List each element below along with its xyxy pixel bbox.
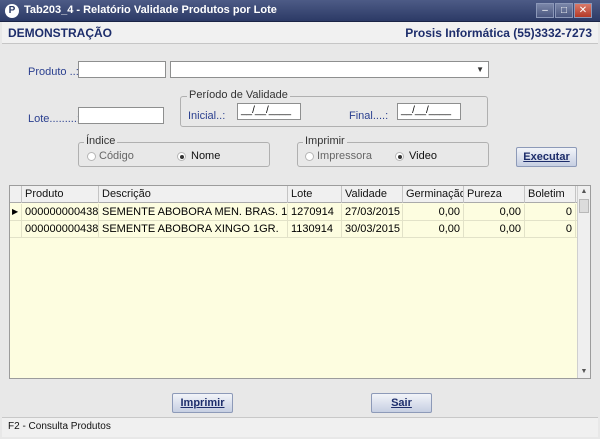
chevron-down-icon[interactable]: ▼: [476, 65, 484, 74]
column-header-validade[interactable]: Validade: [342, 186, 403, 203]
app-p-icon: P: [5, 4, 19, 18]
imprimir-button[interactable]: Imprimir: [172, 393, 233, 413]
title-bar: P Tab203_4 - Relatório Validade Produtos…: [0, 0, 600, 22]
column-header-lote[interactable]: Lote: [288, 186, 342, 203]
maximize-icon[interactable]: □: [555, 3, 573, 18]
cell-lote[interactable]: 1130914: [288, 221, 342, 238]
indice-codigo-label[interactable]: Código: [99, 150, 134, 162]
table-row[interactable]: ▶ 0000000004381 SEMENTE ABOBORA MEN. BRA…: [10, 204, 578, 221]
cell-pureza[interactable]: 0,00: [464, 221, 525, 238]
close-icon[interactable]: ✕: [574, 3, 592, 18]
cell-germinacao[interactable]: 0,00: [403, 221, 464, 238]
results-grid[interactable]: Produto Descrição Lote Validade Germinaç…: [9, 185, 591, 379]
row-selector-icon: ▶: [10, 204, 22, 221]
inicial-label: Inicial..:: [188, 110, 226, 122]
indice-codigo-radio[interactable]: [87, 152, 96, 161]
scroll-up-icon[interactable]: ▲: [578, 186, 590, 198]
produto-label: Produto ..:: [28, 66, 79, 78]
row-indicator-header: [10, 186, 22, 203]
column-header-germinacao[interactable]: Germinação: [403, 186, 464, 203]
sair-button[interactable]: Sair: [371, 393, 432, 413]
row-selector-blank: [10, 221, 22, 238]
cell-germinacao[interactable]: 0,00: [403, 204, 464, 221]
imprimir-impressora-radio[interactable]: [305, 152, 314, 161]
grid-header: Produto Descrição Lote Validade Germinaç…: [10, 186, 578, 203]
cell-pureza[interactable]: 0,00: [464, 204, 525, 221]
cell-produto[interactable]: 0000000004382: [22, 221, 99, 238]
cell-descricao[interactable]: SEMENTE ABOBORA XINGO 1GR.: [99, 221, 288, 238]
indice-legend: Índice: [84, 135, 118, 147]
lote-input[interactable]: [78, 107, 164, 124]
column-header-produto[interactable]: Produto: [22, 186, 99, 203]
column-header-descricao[interactable]: Descrição: [99, 186, 288, 203]
window-title: Tab203_4 - Relatório Validade Produtos p…: [24, 4, 277, 16]
periodo-validade-legend: Período de Validade: [187, 89, 290, 101]
table-row[interactable]: 0000000004382 SEMENTE ABOBORA XINGO 1GR.…: [10, 221, 578, 238]
header-band: DEMONSTRAÇÃO Prosis Informática (55)3332…: [2, 22, 598, 44]
vendor-info: Prosis Informática (55)3332-7273: [405, 26, 592, 40]
imprimir-impressora-label[interactable]: Impressora: [317, 150, 372, 162]
executar-button[interactable]: Executar: [516, 147, 577, 167]
imprimir-video-radio[interactable]: [395, 152, 404, 161]
minimize-icon[interactable]: –: [536, 3, 554, 18]
produto-code-input[interactable]: [78, 61, 166, 78]
final-date-input[interactable]: __/__/____: [397, 103, 461, 120]
cell-boletim[interactable]: 0: [525, 221, 576, 238]
status-text: F2 - Consulta Produtos: [8, 421, 111, 432]
cell-lote[interactable]: 1270914: [288, 204, 342, 221]
status-bar: F2 - Consulta Produtos: [2, 417, 598, 437]
inicial-date-input[interactable]: __/__/____: [237, 103, 301, 120]
column-header-boletim[interactable]: Boletim: [525, 186, 576, 203]
imprimir-legend: Imprimir: [303, 135, 347, 147]
cell-descricao[interactable]: SEMENTE ABOBORA MEN. BRAS. 1,6: [99, 204, 288, 221]
indice-nome-radio[interactable]: [177, 152, 186, 161]
indice-nome-label[interactable]: Nome: [191, 150, 220, 162]
cell-produto[interactable]: 0000000004381: [22, 204, 99, 221]
cell-boletim[interactable]: 0: [525, 204, 576, 221]
final-label: Final....:: [349, 110, 389, 122]
scroll-thumb[interactable]: [579, 199, 589, 213]
cell-validade[interactable]: 30/03/2015: [342, 221, 403, 238]
cell-validade[interactable]: 27/03/2015: [342, 204, 403, 221]
produto-description-dropdown[interactable]: ▼: [170, 61, 489, 78]
imprimir-video-label[interactable]: Video: [409, 150, 437, 162]
vertical-scrollbar[interactable]: ▲ ▼: [577, 186, 590, 378]
company-name: DEMONSTRAÇÃO: [8, 26, 112, 40]
lote-label: Lote.........:: [28, 113, 80, 125]
scroll-down-icon[interactable]: ▼: [578, 366, 590, 378]
column-header-pureza[interactable]: Pureza: [464, 186, 525, 203]
